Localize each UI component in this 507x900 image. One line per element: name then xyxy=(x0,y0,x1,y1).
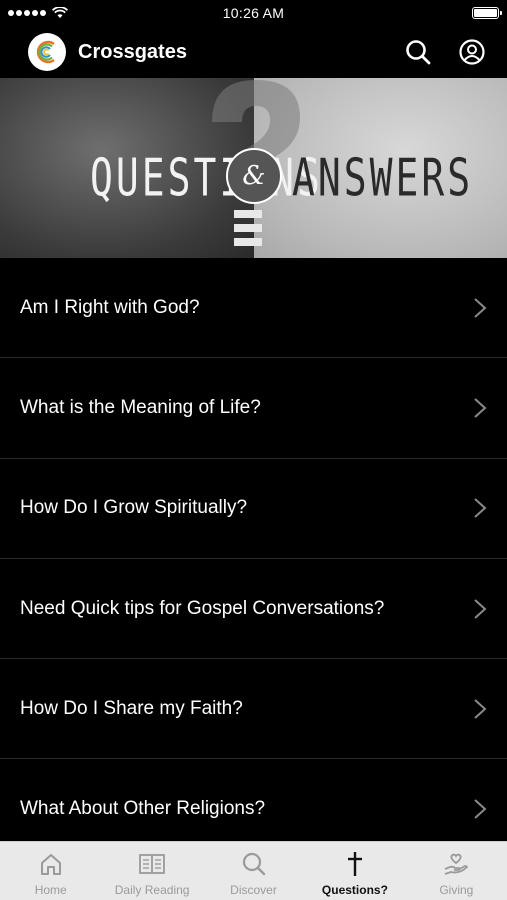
status-bar: 10:26 AM xyxy=(0,0,507,26)
tab-giving[interactable]: Giving xyxy=(406,842,507,900)
tab-label: Home xyxy=(34,883,67,897)
app-header: Crossgates xyxy=(0,26,507,78)
tab-discover[interactable]: Discover xyxy=(203,842,304,900)
chevron-right-icon xyxy=(474,297,487,318)
chevron-right-icon xyxy=(474,498,487,518)
list-item[interactable]: What is the Meaning of Life? xyxy=(0,358,507,459)
search-icon[interactable] xyxy=(401,35,435,69)
list-item[interactable]: How Do I Grow Spiritually? xyxy=(0,459,507,559)
banner-answers-text: ANSWERS xyxy=(292,148,474,208)
list-item-label: What is the Meaning of Life? xyxy=(20,396,261,418)
battery-icon xyxy=(472,7,502,19)
list-item-label: How Do I Share my Faith? xyxy=(20,697,243,719)
book-icon xyxy=(137,849,167,879)
tab-label: Giving xyxy=(439,883,474,897)
tab-label: Daily Reading xyxy=(114,883,190,897)
list-item-label: What About Other Religions? xyxy=(20,798,266,820)
questions-list: Am I Right with God? What is the Meaning… xyxy=(0,258,507,841)
chevron-right-icon xyxy=(474,699,487,719)
tab-bar: Home Daily Reading Discover Questions? G… xyxy=(0,841,507,900)
tab-home[interactable]: Home xyxy=(0,842,101,900)
signal-dots-icon xyxy=(8,10,46,16)
battery-fill xyxy=(474,9,497,17)
list-item[interactable]: Am I Right with God? xyxy=(0,258,507,359)
church-logo-icon[interactable] xyxy=(28,33,66,71)
tab-label: Questions? xyxy=(321,883,388,897)
list-item[interactable]: How Do I Share my Faith? xyxy=(0,659,507,760)
chevron-right-icon xyxy=(474,799,487,819)
chevron-right-icon xyxy=(474,398,487,418)
list-item-label: How Do I Grow Spiritually? xyxy=(20,497,248,519)
list-item[interactable]: What About Other Religions? xyxy=(0,759,507,841)
tab-daily-reading[interactable]: Daily Reading xyxy=(101,842,202,900)
tab-questions[interactable]: Questions? xyxy=(304,842,405,900)
profile-icon[interactable] xyxy=(455,35,489,69)
giving-hand-heart-icon xyxy=(441,849,471,879)
list-item-label: Need Quick tips for Gospel Conversations… xyxy=(20,597,385,619)
home-icon xyxy=(36,849,66,879)
questions-answers-banner: QUESTIONS & ANSWERS xyxy=(0,78,507,258)
cross-icon xyxy=(340,849,370,879)
status-time: 10:26 AM xyxy=(222,5,285,21)
ampersand-badge: & xyxy=(226,148,282,204)
banner-questions-text: QUESTIONS xyxy=(90,148,323,208)
status-left xyxy=(8,7,68,19)
wifi-icon xyxy=(52,7,68,18)
app-title: Crossgates xyxy=(78,40,187,63)
chevron-right-icon xyxy=(474,598,487,619)
tab-label: Discover xyxy=(230,883,277,897)
list-item-label: Am I Right with God? xyxy=(20,296,200,318)
search-icon xyxy=(239,849,269,879)
list-item[interactable]: Need Quick tips for Gospel Conversations… xyxy=(0,559,507,660)
